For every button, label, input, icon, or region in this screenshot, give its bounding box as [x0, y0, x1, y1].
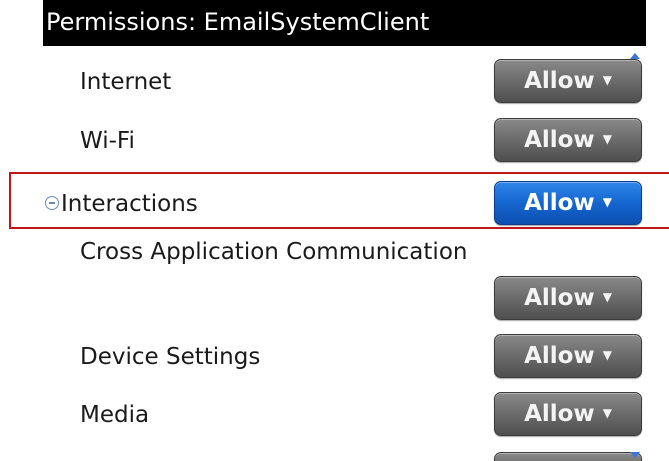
dropdown-value: Allow — [524, 190, 595, 216]
scroll-down-icon[interactable] — [630, 452, 640, 458]
permission-label-cross-app-communication: Cross Application Communication — [80, 239, 468, 265]
stage: Permissions: EmailSystemClient Internet … — [0, 0, 669, 461]
device-settings-allow-dropdown[interactable]: Allow ▼ — [494, 334, 642, 378]
next-row-allow-dropdown[interactable] — [494, 452, 642, 461]
dropdown-value: Allow — [524, 285, 595, 311]
internet-allow-dropdown[interactable]: Allow ▼ — [494, 59, 642, 103]
permission-label-media: Media — [80, 402, 150, 428]
page-title: Permissions: EmailSystemClient — [43, 0, 646, 46]
media-allow-dropdown[interactable]: Allow ▼ — [494, 392, 642, 436]
chevron-down-icon: ▼ — [602, 73, 612, 87]
chevron-down-icon: ▼ — [602, 132, 612, 146]
dropdown-value: Allow — [524, 343, 595, 369]
dropdown-value: Allow — [524, 68, 595, 94]
permission-label-internet: Internet — [80, 69, 172, 95]
permission-label-device-settings: Device Settings — [80, 344, 261, 370]
interactions-allow-dropdown[interactable]: Allow ▼ — [494, 181, 642, 225]
chevron-down-icon: ▼ — [602, 406, 612, 420]
chevron-down-icon: ▼ — [602, 290, 612, 304]
permission-group-interactions[interactable]: Interactions — [61, 191, 198, 217]
permission-label-wifi: Wi-Fi — [80, 128, 135, 154]
chevron-down-icon: ▼ — [602, 195, 612, 209]
dropdown-value: Allow — [524, 401, 595, 427]
permissions-screen: Permissions: EmailSystemClient Internet … — [43, 0, 646, 461]
chevron-down-icon: ▼ — [602, 348, 612, 362]
cross-app-allow-dropdown[interactable]: Allow ▼ — [494, 276, 642, 320]
wifi-allow-dropdown[interactable]: Allow ▼ — [494, 118, 642, 162]
dropdown-value: Allow — [524, 127, 595, 153]
collapse-icon[interactable] — [45, 196, 59, 210]
